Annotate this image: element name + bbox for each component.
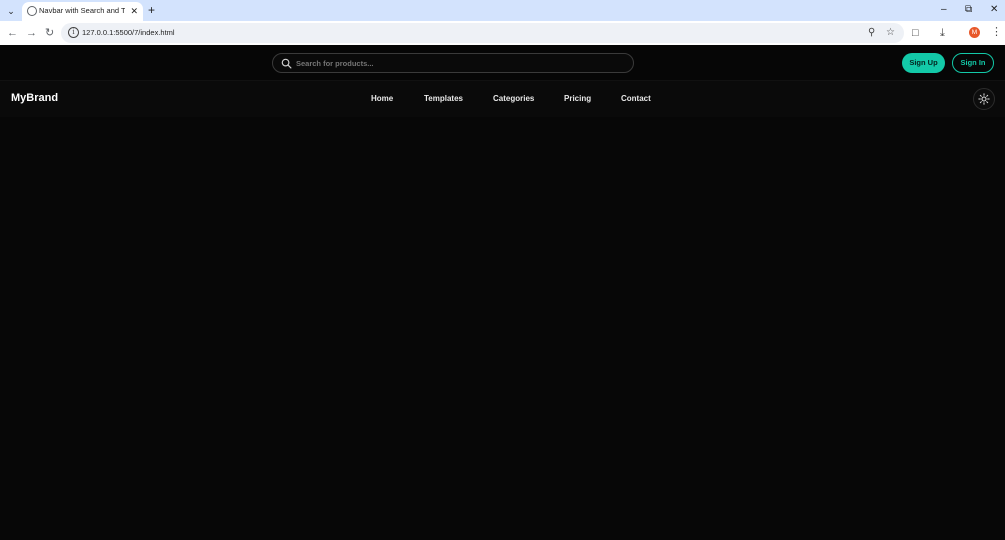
url-text[interactable]: 127.0.0.1:5500/7/index.html [82, 28, 175, 37]
profile-avatar[interactable]: M [969, 27, 980, 38]
browser-toolbar: ← → ↻ i 127.0.0.1:5500/7/index.html ⚲ ☆ … [0, 21, 1005, 45]
search-icon [281, 58, 292, 69]
bookmark-star-icon[interactable]: ☆ [886, 26, 895, 40]
sun-icon [978, 93, 990, 105]
top-bar: Sign Up Sign In [0, 45, 1005, 81]
back-arrow-icon[interactable]: ← [7, 26, 18, 40]
download-icon[interactable]: ⤓ [940, 26, 945, 40]
tab-search-chevron-icon[interactable]: ⌄ [4, 4, 18, 18]
address-bar[interactable]: i 127.0.0.1:5500/7/index.html ⚲ ☆ [61, 23, 904, 43]
globe-icon [27, 6, 37, 16]
close-icon[interactable]: ✕ [130, 5, 138, 17]
extensions-icon[interactable]: □ [912, 26, 919, 40]
main-navbar: MyBrand Home Templates Categories Pricin… [0, 81, 1005, 117]
zoom-icon[interactable]: ⚲ [868, 26, 875, 40]
more-menu-icon[interactable]: ⋮ [991, 25, 1002, 39]
browser-tab-strip: ⌄ Navbar with Search and Theme ✕ + – ⧉ ✕ [0, 0, 1005, 21]
site-info-icon[interactable]: i [68, 27, 79, 38]
nav-link-contact[interactable]: Contact [621, 94, 651, 103]
window-close-icon[interactable]: ✕ [990, 3, 998, 17]
search-input[interactable] [296, 59, 616, 68]
page-body: Sign Up Sign In MyBrand Home Templates C… [0, 45, 1005, 540]
theme-toggle-button[interactable] [973, 88, 995, 110]
minimize-icon[interactable]: – [941, 3, 947, 17]
nav-link-home[interactable]: Home [371, 94, 393, 103]
brand-logo[interactable]: MyBrand [11, 92, 58, 104]
restore-icon[interactable]: ⧉ [965, 3, 972, 17]
sign-up-button[interactable]: Sign Up [902, 53, 945, 73]
nav-link-categories[interactable]: Categories [493, 94, 534, 103]
browser-tab[interactable]: Navbar with Search and Theme ✕ [22, 2, 143, 21]
nav-link-pricing[interactable]: Pricing [564, 94, 591, 103]
nav-link-templates[interactable]: Templates [424, 94, 463, 103]
reload-icon[interactable]: ↻ [45, 26, 54, 40]
tab-title: Navbar with Search and Theme [39, 6, 125, 15]
forward-arrow-icon[interactable]: → [26, 26, 37, 40]
new-tab-plus-icon[interactable]: + [148, 3, 155, 17]
search-bar[interactable] [272, 53, 634, 73]
sign-in-button[interactable]: Sign In [952, 53, 994, 73]
